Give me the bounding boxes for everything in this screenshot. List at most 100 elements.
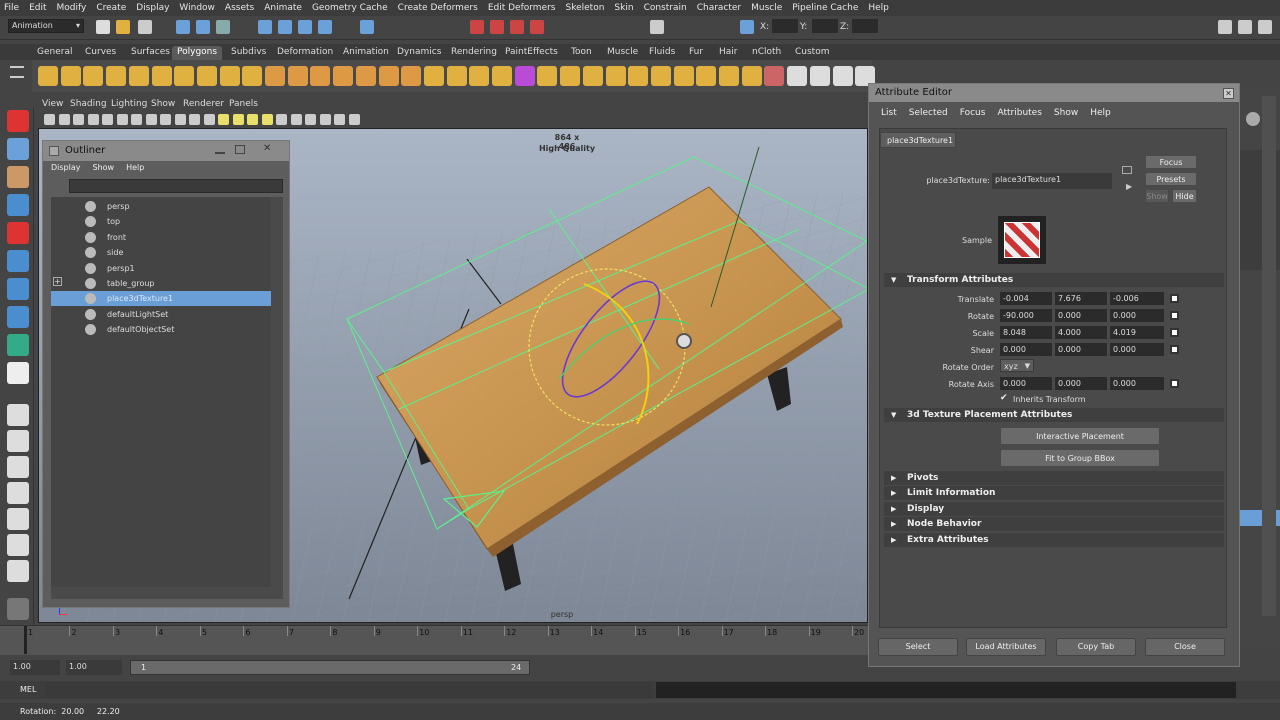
- panel-menu-renderer[interactable]: Renderer: [183, 99, 224, 109]
- shear-x-field[interactable]: 0.000: [1000, 343, 1052, 356]
- scale-y-field[interactable]: 4.000: [1055, 326, 1107, 339]
- interactive-placement-button[interactable]: Interactive Placement: [1000, 427, 1160, 445]
- menu-constrain[interactable]: Constrain: [644, 3, 687, 13]
- shelf-bridge-icon[interactable]: [537, 66, 558, 86]
- shelf-pipe-icon[interactable]: [196, 66, 217, 86]
- viewport-resolution-gate-icon[interactable]: [131, 114, 142, 125]
- shelf-duplicate-face-icon[interactable]: [582, 66, 603, 86]
- shelf-tab-subdivs[interactable]: Subdivs: [226, 46, 271, 60]
- panel-menu-panels[interactable]: Panels: [229, 99, 258, 109]
- viewport-hud-icon[interactable]: [334, 114, 345, 125]
- outliner-item-front[interactable]: front: [51, 230, 271, 245]
- select-hierarchy-icon[interactable]: [176, 20, 190, 34]
- shelf-extrude-icon[interactable]: [514, 66, 535, 86]
- node-behavior-section[interactable]: ▶ Node Behavior: [884, 517, 1224, 532]
- shelf-cone-icon[interactable]: [106, 66, 127, 86]
- menu-character[interactable]: Character: [697, 3, 741, 13]
- viewport-xray-joints-icon[interactable]: [305, 114, 316, 125]
- expand-plus-icon[interactable]: +: [53, 277, 62, 286]
- viewport-use-all-lights-icon[interactable]: [261, 114, 273, 125]
- shelf-sculpt-icon[interactable]: [673, 66, 694, 86]
- script-editor-layout-icon[interactable]: [7, 560, 29, 582]
- shelf-fill-hole-icon[interactable]: [401, 66, 422, 86]
- focus-arrow-icon[interactable]: [1122, 166, 1132, 174]
- placement-attributes-section[interactable]: ▼ 3d Texture Placement Attributes: [884, 408, 1224, 422]
- tab-place3dtexture1[interactable]: place3dTexture1: [880, 132, 956, 148]
- save-scene-icon[interactable]: [138, 20, 152, 34]
- shelf-spherical-map-icon[interactable]: [764, 66, 785, 86]
- menu-edit[interactable]: Edit: [29, 3, 46, 13]
- new-scene-icon[interactable]: [96, 20, 110, 34]
- shelf-tab-surfaces[interactable]: Surfaces: [126, 46, 175, 60]
- pivots-section[interactable]: ▶ Pivots: [884, 471, 1224, 485]
- shelf-combine-icon[interactable]: [265, 66, 285, 86]
- outliner-menu-display[interactable]: Display: [51, 163, 81, 172]
- outliner-item-persp1[interactable]: persp1: [51, 261, 271, 276]
- focus-button[interactable]: Focus: [1145, 155, 1197, 169]
- outliner-title-bar[interactable]: Outliner: [43, 141, 289, 161]
- hypershade-icon[interactable]: [530, 20, 544, 34]
- shelf-plane-icon[interactable]: [128, 66, 149, 86]
- viewport-film-gate-icon[interactable]: [116, 114, 128, 125]
- map-button-icon[interactable]: [1170, 294, 1179, 303]
- attr-menu-list[interactable]: List: [881, 108, 897, 118]
- close-icon[interactable]: ✕: [263, 143, 275, 155]
- shelf-planar-map-icon[interactable]: [719, 66, 739, 86]
- close-button[interactable]: Close: [1145, 638, 1225, 656]
- attr-menu-focus[interactable]: Focus: [960, 108, 986, 118]
- manipulator-center-icon[interactable]: [676, 333, 692, 349]
- render-icon[interactable]: [470, 20, 484, 34]
- shelf-soccer-ball-icon[interactable]: [242, 66, 263, 86]
- menu-muscle[interactable]: Muscle: [751, 3, 782, 13]
- select-tool-icon[interactable]: [7, 110, 29, 132]
- attribute-editor-title-bar[interactable]: Attribute Editor: [869, 84, 1239, 102]
- snap-plane-icon[interactable]: [318, 20, 332, 34]
- rotate-z-field[interactable]: 0.000: [1110, 309, 1164, 322]
- shelf-append-icon[interactable]: [423, 66, 444, 86]
- outliner-layout-icon[interactable]: [7, 534, 29, 556]
- shelf-extract-icon[interactable]: [310, 66, 331, 86]
- shelf-merge-icon[interactable]: [605, 66, 626, 86]
- menu-pipeline-cache[interactable]: Pipeline Cache: [792, 3, 858, 13]
- shelf-cylinder-icon[interactable]: [83, 66, 104, 86]
- shelf-tab-custom[interactable]: Custom: [790, 46, 834, 60]
- move-tool-icon[interactable]: [7, 194, 29, 216]
- z-field[interactable]: [852, 19, 878, 33]
- range-slider-bar[interactable]: 1 24: [130, 660, 530, 675]
- shelf-tab-painteffects[interactable]: PaintEffects: [500, 46, 563, 60]
- shelf-insert-loop-icon[interactable]: [469, 66, 490, 86]
- viewport-safe-title-icon[interactable]: [189, 114, 200, 125]
- minimize-icon[interactable]: [215, 146, 225, 154]
- shelf-cut-uv-icon[interactable]: [809, 66, 830, 86]
- shelf-tab-fluids[interactable]: Fluids: [644, 46, 680, 60]
- lasso-tool-icon[interactable]: [7, 138, 29, 160]
- display-section[interactable]: ▶ Display: [884, 501, 1224, 516]
- attr-menu-selected[interactable]: Selected: [909, 108, 948, 118]
- shelf-cylindrical-map-icon[interactable]: [741, 66, 762, 86]
- hide-button[interactable]: Hide: [1172, 189, 1197, 203]
- shelf-bevel-icon[interactable]: [560, 66, 581, 86]
- soft-mod-icon[interactable]: [7, 306, 29, 328]
- viewport-camera-attributes-icon[interactable]: [58, 114, 70, 125]
- persp-outliner-layout-icon[interactable]: [7, 456, 29, 478]
- node-name-field[interactable]: place3dTexture1: [992, 173, 1112, 189]
- rotate-axis-y-field[interactable]: 0.000: [1055, 377, 1107, 390]
- shelf-cube-icon[interactable]: [60, 66, 81, 86]
- shelf-wedge-icon[interactable]: [628, 66, 649, 86]
- scale-z-field[interactable]: 4.019: [1110, 326, 1164, 339]
- attr-menu-attributes[interactable]: Attributes: [997, 108, 1041, 118]
- shelf-tab-general[interactable]: General: [32, 46, 77, 60]
- shelf-tab-muscle[interactable]: Muscle: [602, 46, 643, 60]
- viewport-wireframe-on-shaded-icon[interactable]: [232, 114, 244, 125]
- shelf-sew-uv-icon[interactable]: [832, 66, 853, 86]
- show-button[interactable]: Show: [1145, 189, 1169, 203]
- shear-z-field[interactable]: 0.000: [1110, 343, 1164, 356]
- layout-icon[interactable]: [1218, 20, 1232, 34]
- menu-skin[interactable]: Skin: [614, 3, 633, 13]
- maximize-icon[interactable]: [235, 145, 245, 154]
- shelf-prism-icon[interactable]: [174, 66, 195, 86]
- shelf-tab-fur[interactable]: Fur: [684, 46, 708, 60]
- select-object-icon[interactable]: [196, 20, 210, 34]
- snap-grid-icon[interactable]: [258, 20, 272, 34]
- attribute-editor-toggle-icon[interactable]: [1238, 20, 1252, 34]
